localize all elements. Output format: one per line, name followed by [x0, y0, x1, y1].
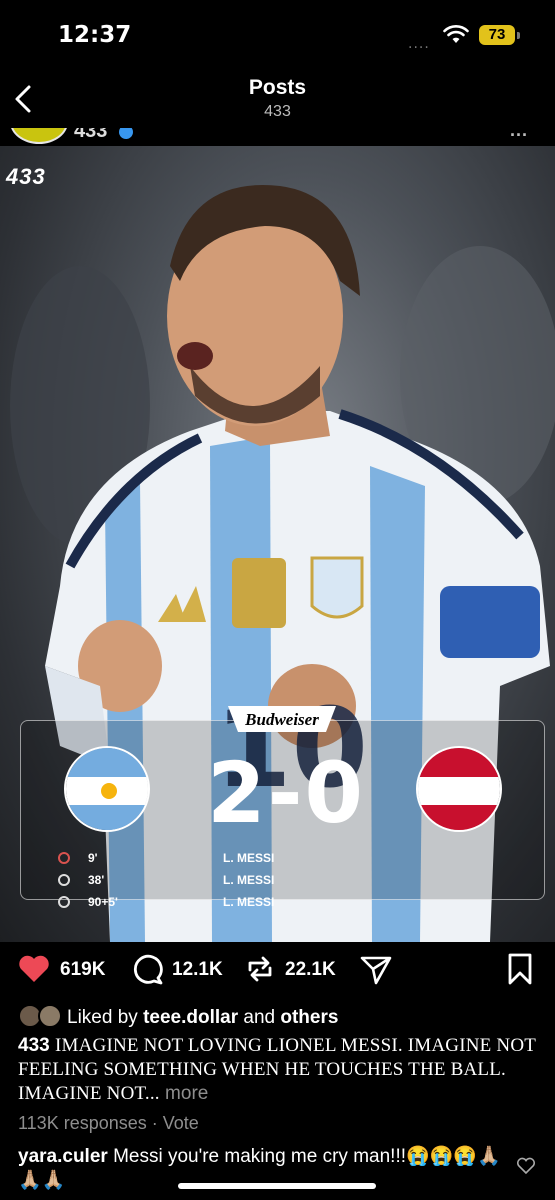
goal-scorer: L. MESSI	[223, 895, 275, 909]
caption-username[interactable]: 433	[18, 1035, 50, 1056]
heart-icon[interactable]	[17, 952, 51, 986]
status-time: 12:37	[58, 22, 132, 48]
sponsor-logo: Budweiser	[228, 706, 336, 732]
sponsor-text: Budweiser	[244, 710, 319, 729]
post-username[interactable]: 433	[74, 128, 107, 143]
like-count[interactable]: 619K	[60, 959, 105, 981]
share-icon[interactable]	[359, 952, 393, 986]
post-header: 433 ...	[0, 128, 555, 146]
wifi-icon	[443, 25, 469, 43]
comment-like-icon[interactable]	[516, 1157, 536, 1175]
home-score: 2	[207, 744, 268, 842]
cellular-signal-icon: ....	[408, 36, 430, 52]
battery-indicator: 73	[479, 25, 520, 45]
post-actions: 619K 12.1K 22.1K	[0, 942, 555, 998]
responses-link[interactable]: 113K responses · Vote	[18, 1113, 199, 1134]
repost-icon[interactable]	[243, 952, 277, 986]
post-caption: 433 IMAGINE NOT LOVING LIONEL MESSI. IMA…	[18, 1034, 538, 1106]
more-options-icon[interactable]: ...	[510, 128, 528, 141]
goal-minute: 38'	[88, 873, 105, 887]
goal-scorer: L. MESSI	[223, 851, 275, 865]
goal-minute: 90+5'	[88, 895, 118, 909]
goal-row: 38' L. MESSI	[58, 872, 318, 892]
comment-username[interactable]: yara.culer	[18, 1146, 108, 1167]
liked-by-user[interactable]: teee.dollar	[143, 1007, 238, 1028]
goal-minute: 9'	[88, 851, 98, 865]
page-subtitle: 433	[264, 103, 291, 120]
penalty-ball-icon	[58, 852, 70, 864]
account-avatar[interactable]	[10, 128, 68, 144]
goal-row: 90+5' L. MESSI	[58, 894, 318, 914]
goal-row: 9' L. MESSI	[58, 850, 318, 870]
liked-by-others[interactable]: others	[280, 1007, 338, 1028]
verified-badge-icon	[119, 128, 133, 139]
match-score: 2-0	[188, 744, 384, 842]
score-overlay: Budweiser 2-0 9' L. MESSI 38' L. MESSI 9…	[0, 146, 555, 942]
caption-text: IMAGINE NOT LOVING LIONEL MESSI. IMAGINE…	[18, 1035, 536, 1104]
ball-icon	[58, 874, 70, 886]
ball-icon	[58, 896, 70, 908]
bookmark-icon[interactable]	[506, 952, 534, 986]
liked-by-prefix: Liked by	[67, 1007, 138, 1028]
comment-icon[interactable]	[130, 952, 164, 986]
posts-header: Posts 433	[0, 70, 555, 132]
austria-flag-icon	[416, 746, 502, 832]
argentina-flag-icon	[64, 746, 150, 832]
repost-count[interactable]: 22.1K	[285, 959, 336, 981]
home-indicator[interactable]	[178, 1183, 376, 1189]
liked-by-connector: and	[243, 1007, 276, 1028]
liked-by-text: Liked by teee.dollar and others	[67, 1007, 338, 1029]
comment-count[interactable]: 12.1K	[172, 959, 223, 981]
away-score: 0	[304, 744, 365, 842]
goal-scorer: L. MESSI	[223, 873, 275, 887]
liked-by[interactable]: Liked by teee.dollar and others	[0, 1004, 555, 1030]
score-separator: -	[267, 744, 305, 842]
caption-more-link[interactable]: more	[165, 1083, 208, 1104]
page-title: Posts	[248, 76, 307, 99]
liker-avatar	[38, 1004, 62, 1028]
status-bar: 12:37 .... 73	[0, 0, 555, 70]
